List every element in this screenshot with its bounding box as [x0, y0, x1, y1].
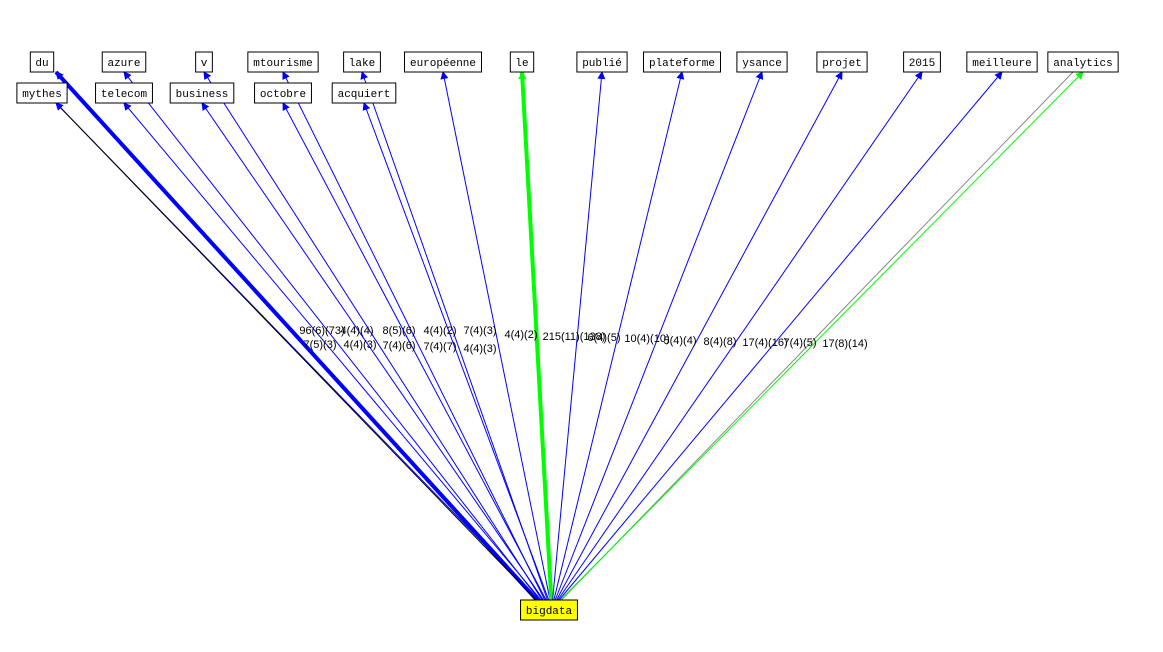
- node-plateforme[interactable]: plateforme: [643, 51, 721, 73]
- node-label: mythes: [22, 89, 62, 101]
- node-label: meilleure: [972, 58, 1031, 70]
- node-acquiert[interactable]: acquiert: [331, 82, 397, 104]
- node-label: européenne: [410, 58, 476, 70]
- node-octobre[interactable]: octobre: [254, 82, 312, 104]
- word-graph: 96(6)(73)4(4)(4) 7(5)(3) 4(4)(3) 8(5)(6) 7(4…: [16, 51, 1119, 621]
- node-mtourisme[interactable]: mtourisme: [247, 51, 319, 73]
- node-ysance[interactable]: ysance: [736, 51, 788, 73]
- edge-label: 4(4)(2): [504, 329, 537, 341]
- node-projet[interactable]: projet: [816, 51, 868, 73]
- node-telecom[interactable]: telecom: [95, 82, 153, 104]
- node-label: 2015: [909, 58, 935, 70]
- edge-label: 7(4)(3): [463, 325, 496, 337]
- edge-label: 6(4)(5): [587, 332, 620, 344]
- node-label: acquiert: [338, 89, 391, 101]
- node-label: mtourisme: [253, 58, 312, 70]
- node-2015[interactable]: 2015: [903, 51, 941, 73]
- node-europeenne[interactable]: européenne: [404, 51, 482, 73]
- edge-label: 4(4)(2): [423, 325, 456, 337]
- edge-labels: 96(6)(73)4(4)(4) 7(5)(3) 4(4)(3) 8(5)(6) 7(4…: [299, 325, 867, 355]
- node-analytics[interactable]: analytics: [1047, 51, 1119, 73]
- node-du[interactable]: du: [29, 51, 55, 73]
- node-label: publié: [582, 58, 622, 70]
- edge-label: 8(4)(8): [703, 336, 736, 348]
- edge-label: 5(4)(4): [663, 335, 696, 347]
- node-label: le: [515, 58, 528, 70]
- node-label: du: [35, 58, 48, 70]
- edge-label: 7(4)(7): [423, 341, 456, 353]
- node-label: v: [201, 58, 208, 70]
- edge-label: 4(4)(4): [340, 325, 373, 337]
- edge-label: 17(4)(16): [742, 337, 787, 349]
- node-label: telecom: [101, 89, 148, 101]
- node-v[interactable]: v: [195, 51, 213, 73]
- edge-label: 17(8)(14): [822, 338, 867, 350]
- edge-label: 4(4)(3): [343, 339, 376, 351]
- node-meilleure[interactable]: meilleure: [966, 51, 1038, 73]
- edge-label: 4(4)(3): [463, 343, 496, 355]
- node-label: plateforme: [649, 58, 715, 70]
- node-business[interactable]: business: [169, 82, 235, 104]
- node-azure[interactable]: azure: [101, 51, 147, 73]
- edge-label: 7(4)(6): [382, 340, 415, 352]
- edge-label: 8(5)(6): [382, 325, 415, 337]
- edge-label: 96(6)(73): [299, 325, 344, 337]
- node-label: octobre: [260, 89, 306, 101]
- node-publie[interactable]: publié: [576, 51, 628, 73]
- node-le[interactable]: le: [509, 51, 535, 73]
- center-node-label: bigdata: [526, 606, 573, 618]
- edge-label: 7(5)(3): [303, 339, 336, 351]
- node-label: analytics: [1053, 58, 1112, 70]
- edge-label: 7(4)(5): [783, 337, 816, 349]
- node-mythes[interactable]: mythes: [16, 82, 68, 104]
- node-label: ysance: [742, 58, 782, 70]
- node-bigdata[interactable]: bigdata: [520, 599, 578, 621]
- node-label: business: [176, 89, 229, 101]
- node-lake[interactable]: lake: [343, 51, 381, 73]
- node-label: azure: [107, 58, 140, 70]
- node-label: lake: [349, 58, 375, 70]
- node-label: projet: [822, 58, 862, 70]
